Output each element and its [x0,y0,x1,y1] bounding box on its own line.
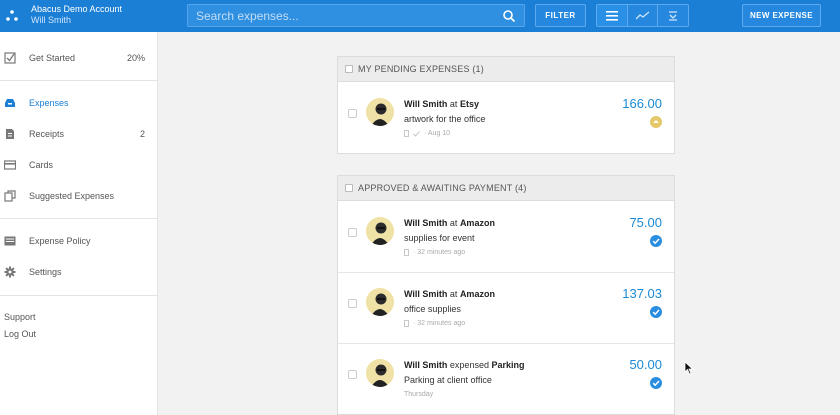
row-checkbox[interactable] [348,109,357,118]
download-icon [669,10,678,21]
panel-header: MY PENDING EXPENSES (1) [338,57,674,82]
abacus-logo-icon [6,10,18,21]
sidebar-item-expenses[interactable]: Expenses [0,92,158,114]
expense-meta: · 32 minutes ago [404,249,465,256]
checkbox-icon [4,52,16,64]
expense-date: · 32 minutes ago [413,249,466,256]
expense-title: Will Smith at Amazon [404,218,495,228]
avatar [366,217,394,245]
export-button[interactable] [658,5,688,26]
approved-expenses-panel: APPROVED & AWAITING PAYMENT (4) Will Smi… [337,175,675,415]
card-icon [4,160,16,170]
select-all-checkbox[interactable] [345,65,353,73]
expense-amount: 166.00 [622,96,662,111]
sidebar-item-settings[interactable]: Settings [0,261,158,283]
expense-date: Thursday [404,391,434,398]
expense-description: supplies for event [404,233,475,243]
gear-icon [4,266,16,278]
approved-check-icon [650,306,662,318]
expense-description: artwork for the office [404,114,486,124]
expense-amount: 50.00 [629,357,662,372]
sidebar-divider [0,218,158,219]
sidebar-item-expense-policy[interactable]: Expense Policy [0,230,158,252]
chart-view-button[interactable] [627,5,659,26]
avatar [366,288,394,316]
view-toggle-group [596,4,689,27]
search-input[interactable] [196,8,486,24]
support-link[interactable]: Support [4,312,36,322]
expense-row[interactable]: Will Smith at Etsy artwork for the offic… [338,83,674,154]
expense-meta: · 32 minutes ago [404,320,465,327]
sidebar-item-label: Expenses [29,98,69,108]
logout-link[interactable]: Log Out [4,329,36,339]
expense-row[interactable]: Will Smith at Amazon office supplies · 3… [338,273,674,344]
copy-icon [4,190,16,202]
filter-button[interactable]: FILTER [535,4,586,27]
sidebar-divider [0,295,158,296]
list-view-button[interactable] [597,5,628,26]
sidebar-item-label: Suggested Expenses [29,191,115,201]
new-expense-button[interactable]: NEW EXPENSE [742,4,821,27]
check-icon [413,130,420,137]
expense-amount: 137.03 [622,286,662,301]
policy-icon [4,236,16,246]
pending-status-icon [650,116,662,128]
document-icon [6,129,14,139]
panel-header: APPROVED & AWAITING PAYMENT (4) [338,176,674,201]
top-bar: Abacus Demo Account Will Smith FILTER [0,0,840,32]
expense-date: · Aug 10 [424,130,451,137]
search-icon[interactable] [502,9,516,23]
inbox-icon [5,99,15,107]
expense-meta: · Aug 10 [404,130,450,137]
row-checkbox[interactable] [348,228,357,237]
sidebar-item-count: 2 [139,129,145,139]
avatar [366,359,394,387]
sidebar-item-label: Settings [29,267,62,277]
trend-chart-icon [635,11,649,19]
expense-row[interactable]: Will Smith at Amazon supplies for event … [338,202,674,273]
sidebar-item-count: 20% [126,53,145,63]
list-icon [605,10,618,21]
row-checkbox[interactable] [348,299,357,308]
avatar [366,98,394,126]
sidebar-item-label: Expense Policy [29,236,91,246]
receipt-icon [404,249,409,256]
expense-description: Parking at client office [404,375,492,385]
sidebar-item-receipts[interactable]: Receipts 2 [0,123,158,145]
panel-title: MY PENDING EXPENSES (1) [358,64,484,74]
receipt-icon [404,320,409,327]
account-user: Will Smith [31,15,71,25]
sidebar-item-suggested-expenses[interactable]: Suggested Expenses [0,185,158,207]
sidebar: Get Started 20% Expenses Receipts 2 Card… [0,32,158,415]
account-switcher[interactable]: Abacus Demo Account Will Smith [0,0,158,32]
row-checkbox[interactable] [348,370,357,379]
sidebar-divider [0,80,158,81]
pending-expenses-panel: MY PENDING EXPENSES (1) Will Smith at Et… [337,56,675,154]
sidebar-item-cards[interactable]: Cards [0,154,158,176]
receipt-icon [404,130,409,137]
search-box [187,4,525,27]
expense-amount: 75.00 [629,215,662,230]
expense-meta: Thursday [404,391,433,398]
expense-date: · 32 minutes ago [413,320,466,327]
expense-title: Will Smith at Amazon [404,289,495,299]
sidebar-item-get-started[interactable]: Get Started 20% [0,47,158,69]
sidebar-item-label: Get Started [29,53,76,63]
approved-check-icon [650,235,662,247]
sidebar-item-label: Cards [29,160,54,170]
expense-title: Will Smith expensed Parking [404,360,525,370]
panel-title: APPROVED & AWAITING PAYMENT (4) [358,183,527,193]
expense-title: Will Smith at Etsy [404,99,479,109]
mouse-cursor-icon [684,361,694,375]
expense-row[interactable]: Will Smith expensed Parking Parking at c… [338,344,674,415]
expense-description: office supplies [404,304,461,314]
approved-check-icon [650,377,662,389]
select-all-checkbox[interactable] [345,184,353,192]
sidebar-item-label: Receipts [29,129,65,139]
account-name: Abacus Demo Account [31,4,123,14]
